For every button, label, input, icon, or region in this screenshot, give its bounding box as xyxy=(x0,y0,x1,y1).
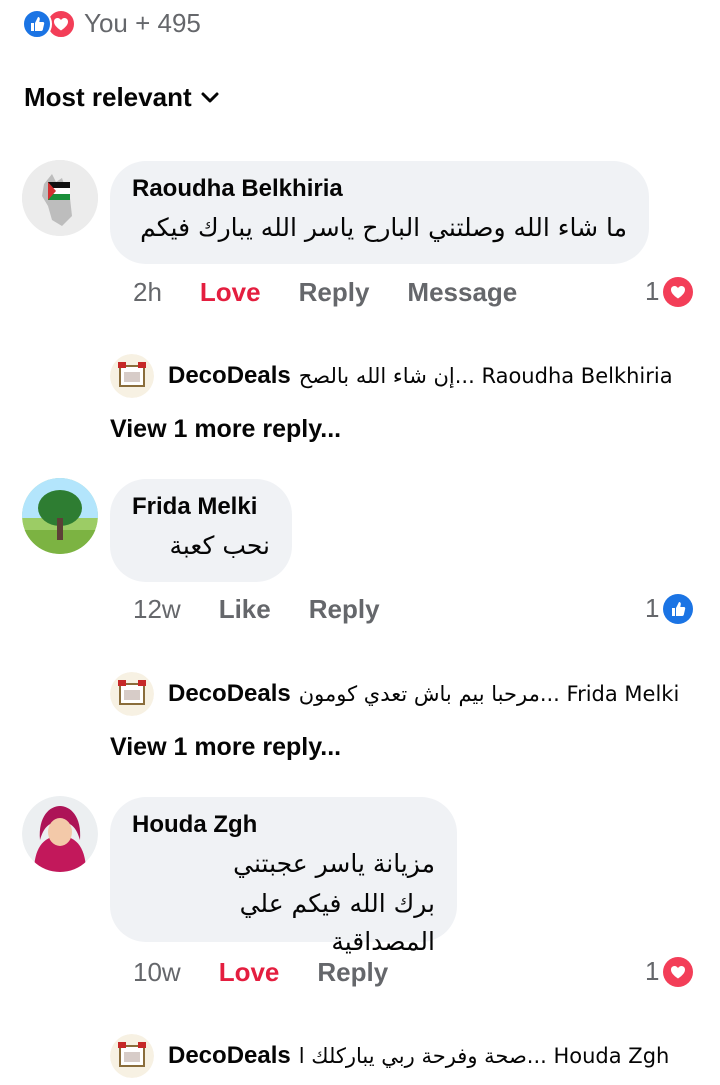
comment-bubble: Raoudha Belkhiria ما شاء الله وصلتني الب… xyxy=(110,161,649,264)
chevron-down-icon xyxy=(201,92,219,102)
love-reaction-button[interactable]: Love xyxy=(200,277,261,308)
love-icon xyxy=(663,276,694,307)
comment-text-line: برك الله فيكم علي المصداقية xyxy=(239,889,435,956)
reaction-count-text: 1 xyxy=(645,956,660,986)
view-more-replies-link[interactable]: View 1 more reply... xyxy=(110,733,341,762)
sort-label: Most relevant xyxy=(24,82,192,112)
reply-preview-text: مرحبا بيم باش تعدي كومون... Frida Melki xyxy=(298,682,680,706)
reply-button[interactable]: Reply xyxy=(299,277,370,308)
comment-bubble: Frida Melki نحب كعبة xyxy=(110,479,292,582)
reply-author: DecoDeals xyxy=(168,1042,291,1069)
comment-time[interactable]: 12w xyxy=(133,594,181,625)
reply-preview-row[interactable]: DecoDeals صحة وفرحة ربي يباركلك ا... Hou… xyxy=(110,1034,710,1078)
comment-time[interactable]: 10w xyxy=(133,957,181,988)
comment-author[interactable]: Raoudha Belkhiria xyxy=(132,175,627,203)
reply-preview-row[interactable]: DecoDeals مرحبا بيم باش تعدي كومون... Fr… xyxy=(110,672,710,716)
comment-actions: 2h Love Reply Message xyxy=(133,277,517,308)
comment-text: ما شاء الله وصلتني البارح ياسر الله يبار… xyxy=(140,213,627,242)
comment-text: نحب كعبة xyxy=(169,531,270,560)
avatar[interactable] xyxy=(22,160,98,236)
comment-bubble: Houda Zgh مزيانة ياسر عجبتني برك الله في… xyxy=(110,797,457,956)
comment-time[interactable]: 2h xyxy=(133,277,162,308)
reply-preview-row[interactable]: DecoDeals إن شاء الله بالصح... Raoudha B… xyxy=(110,354,710,398)
decodeals-avatar xyxy=(110,354,154,398)
reply-author: DecoDeals xyxy=(168,362,291,389)
comment-author[interactable]: Houda Zgh xyxy=(132,811,435,839)
reaction-count-text: 1 xyxy=(645,593,660,623)
avatar[interactable] xyxy=(22,478,98,554)
decodeals-avatar xyxy=(110,672,154,716)
message-button[interactable]: Message xyxy=(407,277,517,308)
comment-reaction-count[interactable]: 1 xyxy=(645,956,694,987)
love-icon xyxy=(663,956,694,987)
comment-reaction-count[interactable]: 1 xyxy=(645,276,694,307)
comment-author[interactable]: Frida Melki xyxy=(132,493,270,521)
reply-preview-text: صحة وفرحة ربي يباركلك ا... Houda Zgh xyxy=(298,1044,670,1068)
decodeals-avatar xyxy=(110,1034,154,1078)
like-icon xyxy=(663,593,694,624)
reaction-summary-text: You + 495 xyxy=(84,8,201,38)
reply-button[interactable]: Reply xyxy=(317,957,388,988)
comment-text-line: مزيانة ياسر عجبتني xyxy=(233,849,435,878)
comment-actions: 12w Like Reply xyxy=(133,594,380,625)
like-icon xyxy=(22,8,52,39)
like-reaction-button[interactable]: Like xyxy=(219,594,271,625)
view-more-replies-link[interactable]: View 1 more reply... xyxy=(110,415,341,444)
comment-reaction-count[interactable]: 1 xyxy=(645,593,694,624)
reply-author: DecoDeals xyxy=(168,680,291,707)
reply-button[interactable]: Reply xyxy=(309,594,380,625)
reply-preview-text: إن شاء الله بالصح... Raoudha Belkhiria xyxy=(298,364,673,388)
comment-actions: 10w Love Reply xyxy=(133,957,388,988)
sort-comments-dropdown[interactable]: Most relevant xyxy=(24,82,220,113)
post-reactions-summary[interactable]: You + 495 xyxy=(22,8,201,39)
avatar[interactable] xyxy=(22,796,98,872)
love-reaction-button[interactable]: Love xyxy=(219,957,280,988)
reaction-count-text: 1 xyxy=(645,276,660,306)
